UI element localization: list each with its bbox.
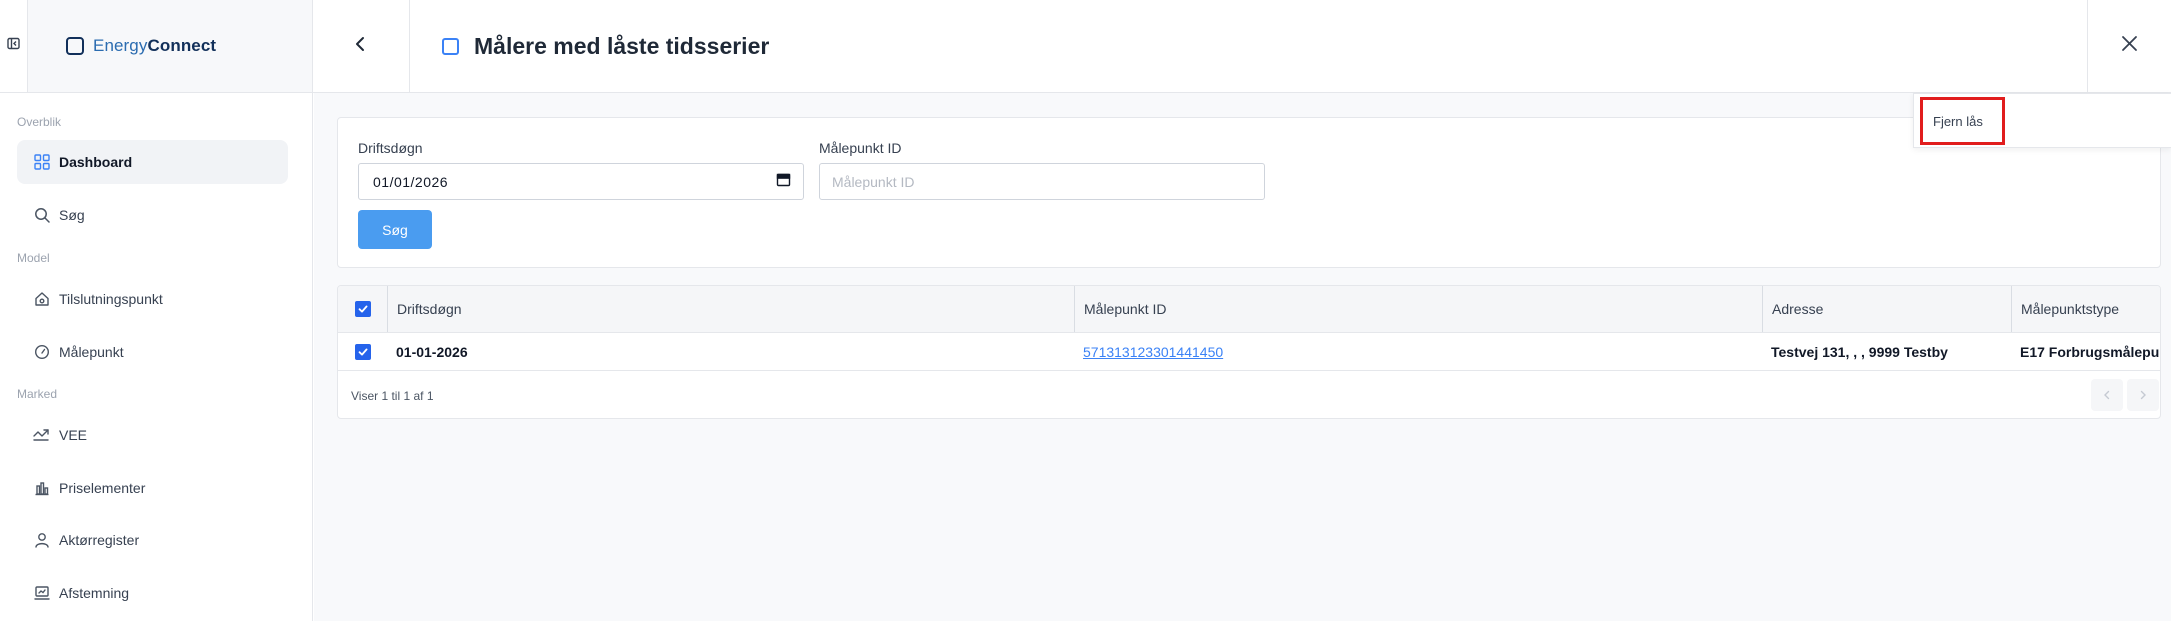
meter-id-input[interactable] [819, 163, 1265, 200]
cell-date: 01-01-2026 [396, 343, 468, 360]
remove-lock-menu-item[interactable]: Fjern lås [1920, 97, 2005, 145]
sidebar-item-label: Søg [59, 207, 85, 223]
sidebar-item-priselementer[interactable]: Priselementer [17, 466, 288, 510]
sidebar-item-label: Priselementer [59, 480, 146, 496]
page-header: Målere med låste tidsserier [442, 0, 769, 92]
sidebar-item-malepunkt[interactable]: Målepunkt [17, 330, 288, 374]
sidebar-item-label: Dashboard [59, 154, 133, 170]
close-icon [2121, 35, 2138, 57]
gauge-icon [33, 344, 50, 361]
previous-page-button[interactable] [2091, 379, 2123, 411]
next-page-button[interactable] [2127, 379, 2159, 411]
check-icon [358, 348, 368, 355]
sidebar-item-label: Afstemning [59, 585, 130, 601]
calendar-icon[interactable] [776, 172, 791, 192]
brand-name-part1: Energy [93, 36, 148, 55]
table-row[interactable]: 01-01-2026 571313123301441450 Testvej 13… [338, 333, 2160, 371]
column-header-meter-id[interactable]: Målepunkt ID [1074, 286, 1762, 332]
house-icon [33, 291, 50, 308]
user-icon [33, 532, 50, 549]
sidebar-section-marked: Marked [17, 387, 58, 401]
chevron-left-icon [2104, 390, 2110, 400]
back-button[interactable] [313, 0, 410, 92]
sidebar-item-aktorregister[interactable]: Aktørregister [17, 518, 288, 562]
date-field-label: Driftsdøgn [358, 140, 423, 156]
brand-name-part2: Connect [147, 36, 217, 55]
cell-address: Testvej 131, , , 9999 Testby [1771, 343, 1948, 360]
page-title: Målere med låste tidsserier [474, 32, 770, 59]
sidebar-item-label: Tilslutningspunkt [59, 291, 163, 307]
cell-meter-type: E17 Forbrugsmålepunkt [2020, 343, 2160, 360]
row-select-cell [338, 333, 387, 370]
sidebar-collapse-icon [7, 37, 20, 55]
sidebar-item-label: VEE [59, 427, 88, 443]
check-icon [358, 305, 368, 313]
meter-id-field-label: Målepunkt ID [819, 140, 902, 156]
chevron-right-icon [2140, 390, 2146, 400]
date-input-value: 01/01/2026 [373, 173, 449, 190]
results-table: Driftsdøgn Målepunkt ID Adresse Målepunk… [337, 285, 2161, 419]
row-action-menu: Fjern lås [1913, 93, 2171, 148]
select-all-checkbox[interactable] [355, 301, 371, 317]
chevron-left-icon [354, 36, 368, 57]
sidebar: Overblik Dashboard Søg Model Tilslutning… [0, 93, 313, 621]
search-icon [33, 207, 50, 224]
cell-meter-id: 571313123301441450 [1074, 333, 1762, 370]
filter-panel: Driftsdøgn 01/01/2026 Målepunkt ID Søg [337, 117, 2161, 268]
brand-logo[interactable]: EnergyConnect [27, 0, 313, 92]
grid-icon [33, 154, 50, 171]
main-content: Driftsdøgn 01/01/2026 Målepunkt ID Søg D… [314, 93, 2171, 621]
page-title-icon [442, 37, 459, 55]
row-checkbox[interactable] [355, 343, 371, 360]
monitor-icon [33, 585, 50, 602]
brand-logo-icon [66, 37, 84, 55]
date-input[interactable]: 01/01/2026 [358, 163, 804, 200]
close-button[interactable] [2087, 0, 2171, 92]
sidebar-section-overblik: Overblik [17, 115, 62, 129]
table-header: Driftsdøgn Målepunkt ID Adresse Målepunk… [338, 286, 2160, 333]
sidebar-item-vee[interactable]: VEE [17, 413, 288, 457]
sidebar-toggle-button[interactable] [0, 0, 27, 92]
search-button[interactable]: Søg [358, 210, 432, 249]
meter-id-link[interactable]: 571313123301441450 [1083, 344, 1223, 360]
sidebar-section-model: Model [17, 251, 50, 265]
sidebar-item-tilslutningspunkt[interactable]: Tilslutningspunkt [17, 277, 288, 321]
column-header-date[interactable]: Driftsdøgn [387, 286, 1075, 332]
column-header-address[interactable]: Adresse [1762, 286, 2011, 332]
column-header-meter-type[interactable]: Målepunktstype [2011, 286, 2160, 332]
sidebar-item-afstemning[interactable]: Afstemning [17, 571, 288, 615]
brand-name: EnergyConnect [93, 36, 216, 56]
top-bar: EnergyConnect Målere med låste tidsserie… [0, 0, 2171, 93]
chart-icon [33, 480, 50, 497]
sidebar-item-dashboard[interactable]: Dashboard [17, 140, 288, 184]
sidebar-item-label: Aktørregister [59, 532, 140, 548]
sidebar-item-label: Målepunkt [59, 344, 124, 360]
trend-icon [33, 427, 50, 444]
header-select-cell [338, 286, 387, 332]
sidebar-item-sog[interactable]: Søg [17, 193, 288, 237]
pagination-summary: Viser 1 til 1 af 1 [351, 389, 434, 403]
